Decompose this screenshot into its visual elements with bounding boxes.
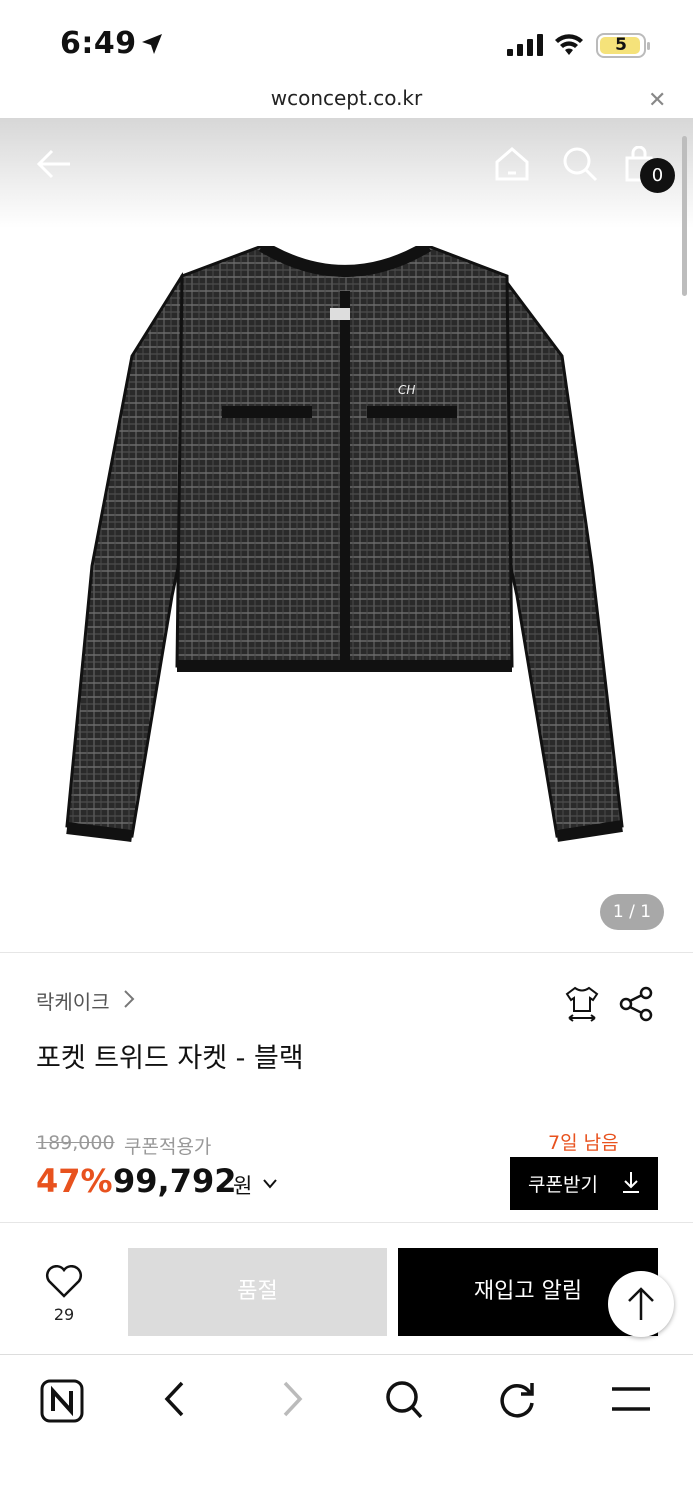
arrow-up-icon bbox=[628, 1287, 654, 1320]
back-icon[interactable] bbox=[160, 1379, 190, 1419]
back-arrow-icon[interactable] bbox=[36, 148, 72, 180]
status-time: 6:49 bbox=[60, 26, 137, 61]
product-title: 포켓 트위드 자켓 - 블랙 bbox=[36, 1043, 304, 1074]
brand-link[interactable]: 락케이크 bbox=[36, 986, 110, 1015]
battery-indicator: 5 bbox=[596, 33, 650, 58]
get-coupon-button[interactable]: 쿠폰받기 bbox=[510, 1157, 658, 1210]
coupon-price-label: 쿠폰적용가 bbox=[124, 1136, 212, 1158]
search-icon[interactable] bbox=[562, 146, 598, 182]
discount-rate: 47% bbox=[36, 1162, 113, 1200]
divider bbox=[0, 1222, 693, 1223]
sold-out-button[interactable]: 품절 bbox=[128, 1248, 387, 1336]
home-icon[interactable] bbox=[494, 146, 530, 182]
url-text[interactable]: wconcept.co.kr bbox=[0, 86, 693, 110]
original-price: 189,000 bbox=[36, 1132, 115, 1154]
cart-count-badge[interactable]: 0 bbox=[640, 158, 675, 193]
currency-label[interactable]: 원 bbox=[233, 1170, 252, 1200]
wifi-icon bbox=[555, 34, 583, 55]
close-icon[interactable]: ✕ bbox=[648, 88, 666, 113]
svg-text:CH: CH bbox=[398, 383, 415, 397]
search-icon[interactable] bbox=[384, 1379, 424, 1421]
scrollbar[interactable] bbox=[682, 136, 687, 296]
share-icon[interactable] bbox=[619, 986, 653, 1022]
divider bbox=[0, 952, 693, 953]
sale-price: 99,792 bbox=[113, 1162, 237, 1200]
download-icon bbox=[623, 1172, 639, 1193]
location-arrow-icon bbox=[142, 34, 162, 54]
refresh-icon[interactable] bbox=[497, 1379, 537, 1421]
cellular-signal-icon bbox=[507, 34, 543, 56]
size-fit-icon[interactable] bbox=[563, 985, 601, 1023]
status-bar: 6:49 5 bbox=[0, 0, 693, 82]
like-count: 29 bbox=[53, 1305, 75, 1324]
menu-icon[interactable] bbox=[610, 1379, 652, 1419]
battery-level: 5 bbox=[615, 35, 627, 55]
naver-home-icon[interactable] bbox=[40, 1379, 84, 1423]
product-image-gallery[interactable]: CH 0 1 / 1 bbox=[0, 118, 693, 952]
chevron-down-icon[interactable] bbox=[262, 1178, 278, 1190]
image-counter: 1 / 1 bbox=[600, 894, 664, 930]
coupon-days-left: 7일 남음 bbox=[548, 1132, 619, 1154]
product-image: CH bbox=[65, 246, 624, 842]
scroll-to-top-button[interactable] bbox=[608, 1271, 674, 1337]
forward-icon[interactable] bbox=[277, 1379, 307, 1419]
chevron-right-icon[interactable] bbox=[122, 988, 136, 1010]
browser-toolbar bbox=[0, 1354, 693, 1500]
get-coupon-label: 쿠폰받기 bbox=[528, 1174, 598, 1196]
url-bar[interactable]: wconcept.co.kr ✕ bbox=[0, 82, 693, 118]
heart-icon[interactable] bbox=[44, 1265, 84, 1299]
